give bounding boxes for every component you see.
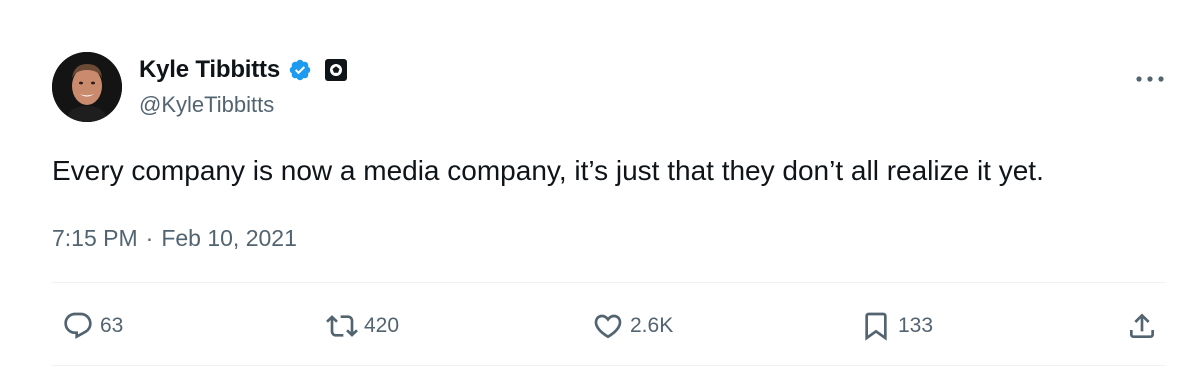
tweet-timestamp[interactable]: 7:15 PM · Feb 10, 2021: [52, 225, 297, 252]
affiliate-badge-icon[interactable]: [324, 58, 348, 82]
avatar[interactable]: [52, 52, 122, 122]
author-name[interactable]: Kyle Tibbitts: [139, 56, 280, 84]
retweet-count: 420: [364, 314, 400, 337]
tweet-time: 7:15 PM: [52, 225, 138, 251]
heart-icon: [594, 314, 622, 339]
author-handle[interactable]: @KyleTibbitts: [139, 92, 274, 118]
retweet-icon: [326, 315, 358, 337]
timestamp-separator: ·: [145, 225, 154, 251]
bookmark-icon: [865, 312, 887, 341]
like-button[interactable]: 2.6K: [592, 308, 673, 344]
like-count: 2.6K: [630, 314, 674, 337]
divider: [52, 282, 1166, 283]
share-icon: [1130, 313, 1154, 338]
avatar-image: [52, 52, 122, 122]
more-horizontal-icon: [1136, 76, 1164, 82]
share-button[interactable]: [1126, 308, 1158, 344]
bookmark-button[interactable]: 133: [860, 308, 933, 344]
reply-icon: [64, 312, 92, 339]
verified-badge-icon: [288, 58, 312, 82]
retweet-button[interactable]: 420: [326, 308, 399, 344]
tweet-card: Kyle Tibbitts @KyleTibbitts Every compan…: [0, 0, 1200, 366]
author-name-row: Kyle Tibbitts: [139, 54, 348, 86]
tweet-date: Feb 10, 2021: [161, 225, 297, 251]
bookmark-count: 133: [898, 314, 934, 337]
more-options-button[interactable]: [1130, 64, 1170, 94]
tweet-text: Every company is now a media company, it…: [52, 155, 1044, 186]
reply-count: 63: [100, 314, 124, 337]
reply-button[interactable]: 63: [62, 308, 123, 344]
